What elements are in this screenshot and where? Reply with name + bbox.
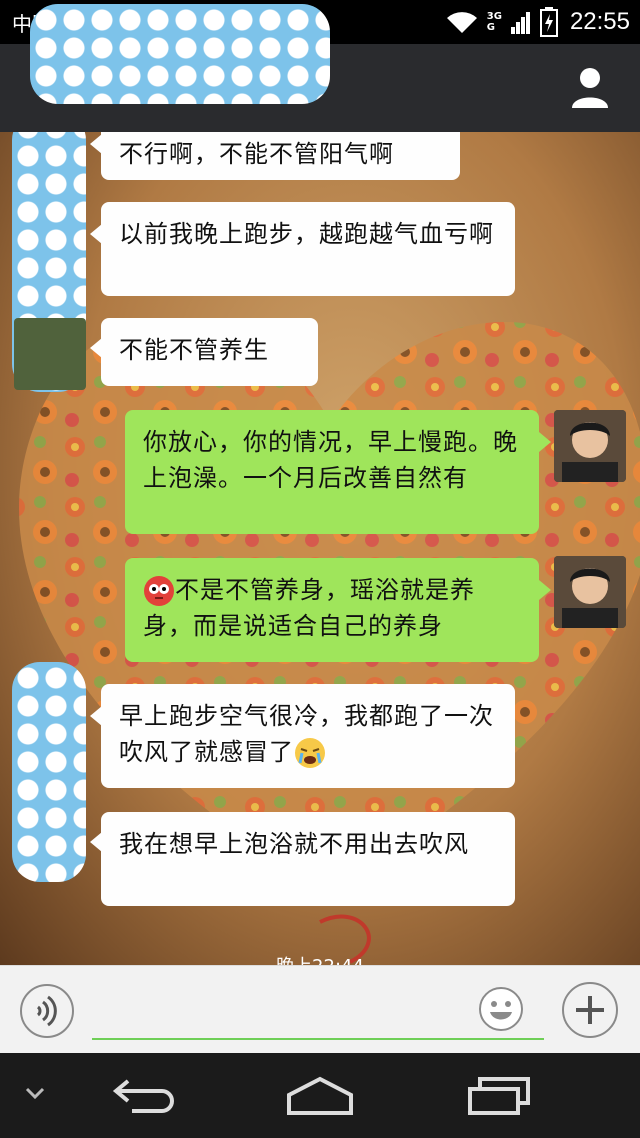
voice-button[interactable] xyxy=(20,984,74,1038)
voice-icon xyxy=(36,995,57,1027)
avatar-self[interactable] xyxy=(554,410,626,482)
chevron-down-icon[interactable] xyxy=(22,1083,48,1103)
message-text: 你放心，你的情况，早上慢跑。晚上泡澡。一个月后改善自然有 xyxy=(143,428,518,492)
plus-icon xyxy=(576,996,604,1024)
home-icon[interactable] xyxy=(285,1073,355,1117)
wifi-icon xyxy=(446,12,477,33)
message-bubble-sent[interactable]: 你放心，你的情况，早上慢跑。晚上泡澡。一个月后改善自然有 xyxy=(125,410,539,534)
chat-title-bar xyxy=(0,4,640,132)
bubble-tail xyxy=(539,580,551,600)
message-input[interactable] xyxy=(92,980,544,1040)
message-text: 不是不管养身，瑶浴就是养身，而是说适合自己的养身 xyxy=(143,576,475,640)
avatar-mask xyxy=(12,662,86,882)
message-bubble-sent[interactable]: 不是不管养身，瑶浴就是养身，而是说适合自己的养身 xyxy=(125,558,539,662)
recents-icon[interactable] xyxy=(464,1073,534,1117)
avatar-photo xyxy=(554,556,626,628)
smiley-icon[interactable] xyxy=(478,986,524,1032)
network-type-3g: 3G xyxy=(486,11,502,22)
signal-icon xyxy=(510,12,530,34)
clock: 22:55 xyxy=(569,8,630,35)
message-bubble-received[interactable]: 早上跑步空气很冷，我都跑了一次吹风了就感冒了 xyxy=(101,684,515,788)
avatar[interactable] xyxy=(14,318,86,390)
message-bubble-received[interactable]: 不能不管养生 xyxy=(101,318,318,386)
person-icon[interactable] xyxy=(570,66,610,110)
message-text: 我在想早上泡浴就不用出去吹风 xyxy=(119,830,469,858)
more-button[interactable] xyxy=(562,982,618,1038)
privacy-mask xyxy=(30,4,330,104)
battery-icon xyxy=(539,7,558,37)
bubble-tail xyxy=(539,432,551,452)
back-icon[interactable] xyxy=(108,1073,178,1117)
message-text: 不能不管养生 xyxy=(119,336,269,364)
message-bubble-received[interactable]: 我在想早上泡浴就不用出去吹风 xyxy=(101,812,515,906)
network-indicator: 3G G xyxy=(487,11,502,33)
message-bubble-received[interactable]: 不行啊，不能不管阳气啊 xyxy=(101,132,460,180)
message-input-bar xyxy=(0,965,640,1054)
message-text: 以前我晚上跑步，越跑越气血亏啊 xyxy=(119,220,494,248)
chat-message-list[interactable]: 不行啊，不能不管阳气啊 以前我晚上跑步，越跑越气血亏啊 不能不管养生 你放心，你… xyxy=(0,132,640,965)
message-bubble-received[interactable]: 以前我晚上跑步，越跑越气血亏啊 xyxy=(101,202,515,296)
flushed-face-emoji xyxy=(144,576,174,606)
message-text: 不行啊，不能不管阳气啊 xyxy=(119,140,394,168)
network-type-g: G xyxy=(486,22,495,33)
system-nav-bar xyxy=(0,1053,640,1138)
crying-face-emoji xyxy=(295,738,325,768)
message-timestamp: 晚上22:44 xyxy=(0,952,640,965)
avatar-self[interactable] xyxy=(554,556,626,628)
avatar-photo xyxy=(554,410,626,482)
